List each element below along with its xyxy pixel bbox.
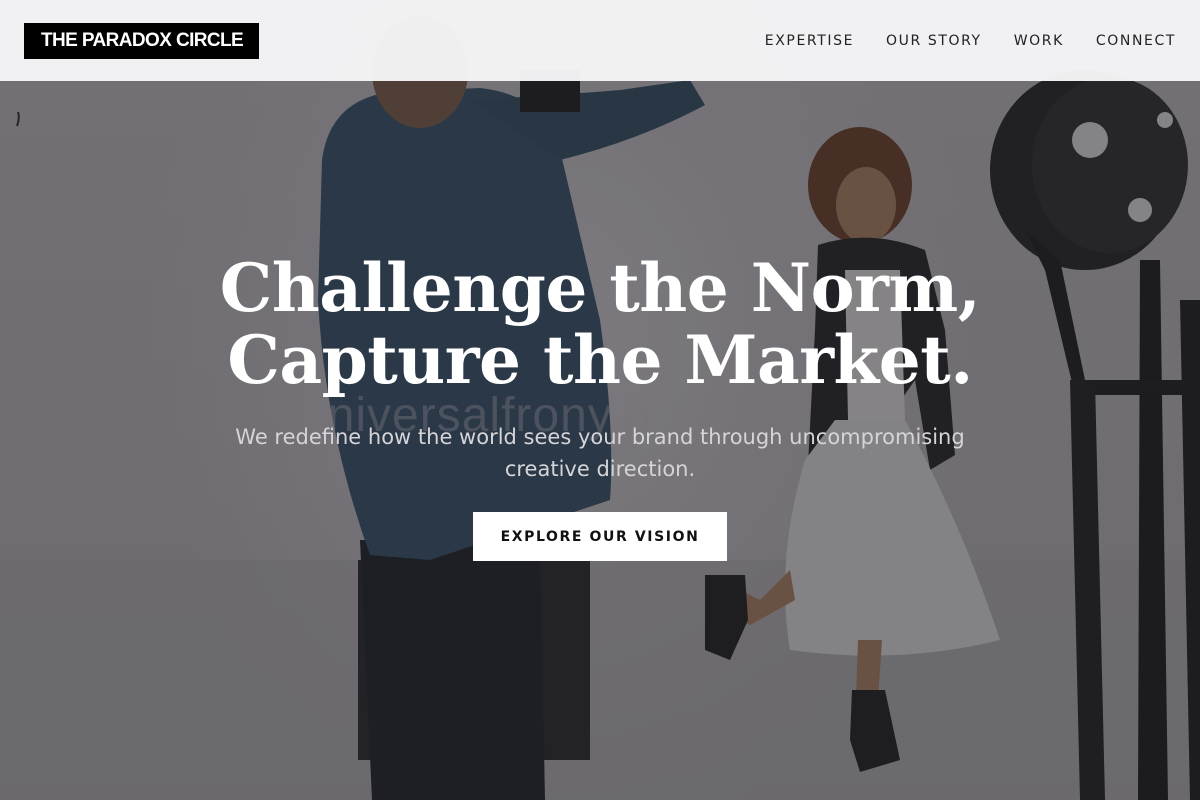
explore-vision-button[interactable]: EXPLORE OUR VISION <box>473 512 727 561</box>
nav-link-connect[interactable]: CONNECT <box>1096 33 1176 49</box>
nav-link-expertise[interactable]: EXPERTISE <box>765 33 854 49</box>
hero-headline: Challenge the Norm, Capture the Market. <box>0 252 1200 396</box>
hero-section: universalfrony.biz <box>0 0 1200 800</box>
headline-line-1: Challenge the Norm, <box>219 249 981 327</box>
site-header: THE PARADOX CIRCLE EXPERTISE OUR STORY W… <box>0 0 1200 81</box>
main-nav: EXPERTISE OUR STORY WORK CONNECT <box>765 33 1176 49</box>
headline-line-2: Capture the Market. <box>227 321 973 399</box>
nav-link-our-story[interactable]: OUR STORY <box>886 33 982 49</box>
nav-link-work[interactable]: WORK <box>1014 33 1064 49</box>
brand-logo[interactable]: THE PARADOX CIRCLE <box>24 22 260 59</box>
hero-subtext: We redefine how the world sees your bran… <box>235 425 965 481</box>
